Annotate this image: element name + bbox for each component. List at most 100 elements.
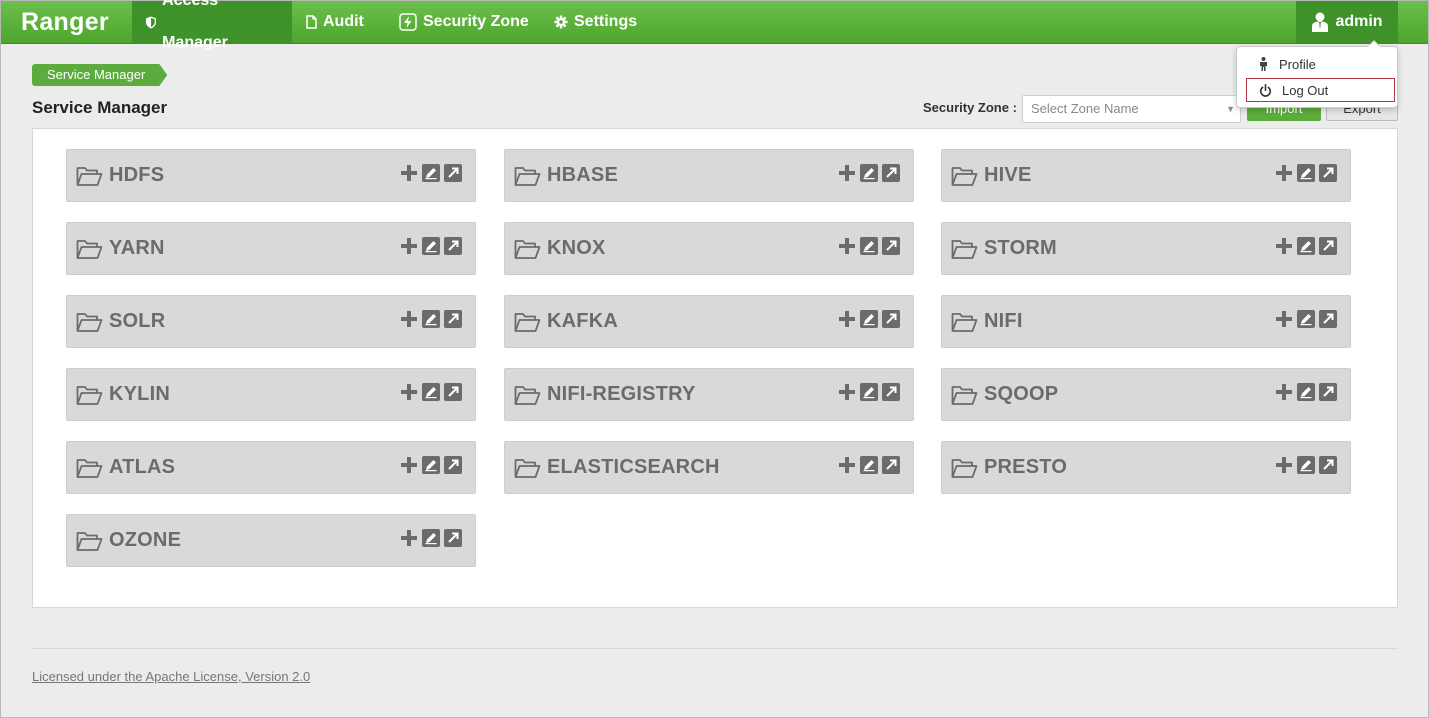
service-name[interactable]: HBASE	[547, 164, 618, 187]
security-zone-label: Security Zone :	[923, 100, 1017, 115]
service-card[interactable]: KAFKA	[504, 295, 914, 348]
dropdown-item-profile[interactable]: Profile	[1246, 52, 1395, 76]
service-name[interactable]: SOLR	[109, 310, 165, 333]
add-service-icon[interactable]	[1275, 310, 1293, 328]
edit-service-icon[interactable]	[860, 310, 878, 328]
service-actions	[838, 310, 900, 328]
service-card[interactable]: STORM	[941, 222, 1351, 275]
add-service-icon[interactable]	[400, 383, 418, 401]
add-service-icon[interactable]	[838, 456, 856, 474]
security-zone-select[interactable]: Select Zone Name ▼	[1022, 95, 1241, 123]
folder-open-icon	[76, 385, 103, 405]
service-card[interactable]: ATLAS	[66, 441, 476, 494]
add-service-icon[interactable]	[400, 237, 418, 255]
export-service-icon[interactable]	[444, 529, 462, 547]
add-service-icon[interactable]	[1275, 456, 1293, 474]
export-service-icon[interactable]	[1319, 310, 1337, 328]
edit-service-icon[interactable]	[860, 237, 878, 255]
export-service-icon[interactable]	[882, 310, 900, 328]
add-service-icon[interactable]	[400, 529, 418, 547]
ranger-logo[interactable]: Ranger	[1, 1, 132, 43]
service-card[interactable]: KYLIN	[66, 368, 476, 421]
export-service-icon[interactable]	[444, 164, 462, 182]
service-card[interactable]: ELASTICSEARCH	[504, 441, 914, 494]
export-service-icon[interactable]	[444, 310, 462, 328]
add-service-icon[interactable]	[400, 456, 418, 474]
service-name[interactable]: STORM	[984, 237, 1057, 260]
add-service-icon[interactable]	[838, 383, 856, 401]
license-link[interactable]: Licensed under the Apache License, Versi…	[32, 669, 310, 684]
edit-service-icon[interactable]	[422, 164, 440, 182]
service-name[interactable]: NIFI	[984, 310, 1023, 333]
app-window: Ranger Access Manager Audit Security Zon…	[0, 0, 1429, 718]
export-service-icon[interactable]	[882, 164, 900, 182]
nav-settings[interactable]: Settings	[540, 1, 651, 43]
edit-service-icon[interactable]	[422, 456, 440, 474]
service-name[interactable]: KNOX	[547, 237, 606, 260]
service-name[interactable]: ELASTICSEARCH	[547, 456, 720, 479]
edit-service-icon[interactable]	[1297, 310, 1315, 328]
export-service-icon[interactable]	[444, 456, 462, 474]
export-service-icon[interactable]	[1319, 383, 1337, 401]
edit-service-icon[interactable]	[860, 456, 878, 474]
service-name[interactable]: PRESTO	[984, 456, 1067, 479]
service-card[interactable]: PRESTO	[941, 441, 1351, 494]
export-service-icon[interactable]	[444, 237, 462, 255]
edit-service-icon[interactable]	[422, 310, 440, 328]
service-card[interactable]: SOLR	[66, 295, 476, 348]
breadcrumb[interactable]: Service Manager	[32, 64, 167, 86]
add-service-icon[interactable]	[838, 310, 856, 328]
chevron-down-icon: ▼	[1226, 104, 1235, 114]
nav-security-zone[interactable]: Security Zone	[385, 1, 543, 43]
service-name[interactable]: OZONE	[109, 529, 181, 552]
nav-access-manager[interactable]: Access Manager	[132, 0, 292, 51]
service-name[interactable]: ATLAS	[109, 456, 175, 479]
service-name[interactable]: HDFS	[109, 164, 164, 187]
export-service-icon[interactable]	[1319, 164, 1337, 182]
service-name[interactable]: SQOOP	[984, 383, 1058, 406]
service-name[interactable]: KYLIN	[109, 383, 170, 406]
folder-open-icon	[514, 312, 541, 332]
edit-service-icon[interactable]	[422, 237, 440, 255]
add-service-icon[interactable]	[1275, 383, 1293, 401]
dropdown-item-logout[interactable]: Log Out	[1246, 78, 1395, 102]
export-service-icon[interactable]	[882, 383, 900, 401]
edit-service-icon[interactable]	[860, 383, 878, 401]
service-card[interactable]: HBASE	[504, 149, 914, 202]
service-card[interactable]: YARN	[66, 222, 476, 275]
service-card[interactable]: KNOX	[504, 222, 914, 275]
export-service-icon[interactable]	[882, 456, 900, 474]
edit-service-icon[interactable]	[1297, 383, 1315, 401]
add-service-icon[interactable]	[400, 164, 418, 182]
folder-open-icon	[951, 458, 978, 478]
add-service-icon[interactable]	[400, 310, 418, 328]
service-card[interactable]: HIVE	[941, 149, 1351, 202]
service-card[interactable]: NIFI	[941, 295, 1351, 348]
add-service-icon[interactable]	[1275, 237, 1293, 255]
folder-open-icon	[514, 385, 541, 405]
service-card[interactable]: NIFI-REGISTRY	[504, 368, 914, 421]
add-service-icon[interactable]	[838, 237, 856, 255]
add-service-icon[interactable]	[838, 164, 856, 182]
edit-service-icon[interactable]	[860, 164, 878, 182]
service-name[interactable]: KAFKA	[547, 310, 618, 333]
edit-service-icon[interactable]	[1297, 237, 1315, 255]
edit-service-icon[interactable]	[1297, 456, 1315, 474]
user-menu-toggle[interactable]: admin	[1296, 1, 1398, 43]
service-card[interactable]: HDFS	[66, 149, 476, 202]
export-service-icon[interactable]	[1319, 237, 1337, 255]
service-name[interactable]: NIFI-REGISTRY	[547, 383, 696, 406]
edit-service-icon[interactable]	[422, 529, 440, 547]
export-service-icon[interactable]	[1319, 456, 1337, 474]
service-name[interactable]: YARN	[109, 237, 165, 260]
service-card[interactable]: SQOOP	[941, 368, 1351, 421]
add-service-icon[interactable]	[1275, 164, 1293, 182]
export-service-icon[interactable]	[444, 383, 462, 401]
edit-service-icon[interactable]	[1297, 164, 1315, 182]
export-service-icon[interactable]	[882, 237, 900, 255]
service-name[interactable]: HIVE	[984, 164, 1031, 187]
nav-audit[interactable]: Audit	[292, 1, 378, 43]
edit-service-icon[interactable]	[422, 383, 440, 401]
folder-open-icon	[76, 166, 103, 186]
service-card[interactable]: OZONE	[66, 514, 476, 567]
